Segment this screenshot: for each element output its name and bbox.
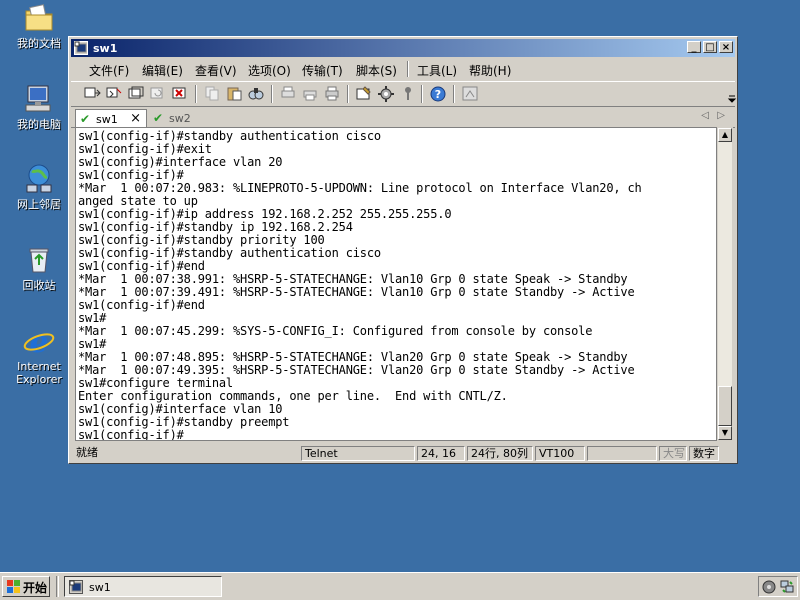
window-title: sw1: [93, 42, 118, 55]
status-protocol: Telnet: [301, 446, 415, 461]
close-button[interactable]: ×: [719, 41, 733, 53]
toolbar-overflow-icon[interactable]: [723, 86, 737, 103]
terminal-app-icon: [74, 41, 88, 55]
scroll-thumb[interactable]: [718, 386, 732, 426]
status-cursor: 24, 16: [417, 446, 465, 461]
start-button[interactable]: 开始: [2, 576, 50, 597]
taskbar-item-label: sw1: [89, 581, 111, 594]
tab-label: sw1: [96, 113, 118, 126]
menu-file[interactable]: 文件(F): [89, 62, 129, 79]
desktop-icon-label: 我的电脑: [17, 118, 61, 131]
terminal-line: sw1(config-if)#: [78, 428, 184, 441]
tab-label: sw2: [169, 112, 191, 125]
menu-help[interactable]: 帮助(H): [469, 62, 511, 79]
key-map-icon[interactable]: [399, 85, 417, 102]
scroll-up-icon[interactable]: ▲: [718, 128, 732, 142]
vertical-scrollbar[interactable]: ▲ ▼: [717, 127, 733, 441]
menu-transfer[interactable]: 传输(T): [302, 62, 343, 79]
connect-icon[interactable]: [83, 85, 101, 102]
toolbar-separator: [421, 85, 423, 103]
tray-network-icon[interactable]: [780, 579, 794, 597]
toolbar: ?: [71, 81, 737, 107]
tray-speaker-icon[interactable]: [762, 579, 776, 597]
taskbar: 开始 sw1: [0, 572, 800, 600]
maximize-icon: □: [705, 42, 715, 53]
menu-edit[interactable]: 编辑(E): [142, 62, 183, 79]
minimize-button[interactable]: _: [687, 41, 701, 53]
menu-options[interactable]: 选项(O): [248, 62, 291, 79]
minimize-icon: _: [691, 42, 697, 53]
start-label: 开始: [23, 581, 48, 595]
status-bar: 就绪 Telnet 24, 16 24行, 80列 VT100 大写 数字: [71, 445, 735, 463]
taskbar-separator: [56, 576, 59, 597]
help-icon[interactable]: ?: [429, 85, 447, 102]
session-tab-bar: ✔ sw1 × ✔ sw2 ◁ ▷: [71, 107, 735, 128]
session-options-icon[interactable]: [355, 85, 373, 102]
status-emulation: VT100: [535, 446, 585, 461]
system-tray: [758, 576, 798, 597]
connected-check-icon: ✔: [153, 111, 164, 125]
svg-text:?: ?: [435, 88, 441, 101]
quick-connect-icon[interactable]: [105, 85, 123, 102]
find-icon[interactable]: [247, 85, 265, 102]
close-icon: ×: [721, 42, 731, 53]
terminal-text: sw1(config-if)#standby authentication ci…: [78, 130, 642, 441]
recycle-bin-icon: [23, 244, 55, 276]
menu-view[interactable]: 查看(V): [195, 62, 237, 79]
menu-separator: [407, 61, 409, 77]
status-size: 24行, 80列: [467, 446, 533, 461]
desktop-icon-network-places[interactable]: 网上邻居: [8, 163, 70, 211]
tab-scroll-left-icon[interactable]: ◁: [701, 110, 709, 121]
sftp-icon[interactable]: [461, 85, 479, 102]
desktop-icon-internet-explorer[interactable]: e Internet Explorer: [8, 325, 70, 386]
terminal-line: sw1(config-if)#end: [78, 298, 205, 312]
scroll-down-icon[interactable]: ▼: [718, 426, 732, 440]
svg-text:e: e: [29, 325, 48, 357]
toolbar-separator: [347, 85, 349, 103]
desktop-icon-label: 我的文档: [17, 37, 61, 50]
status-ready: 就绪: [76, 446, 98, 459]
paste-icon[interactable]: [225, 85, 243, 102]
print-selection-icon[interactable]: [301, 85, 319, 102]
desktop-icon-label: 回收站: [22, 279, 56, 292]
desktop-icon-my-computer[interactable]: 我的电脑: [8, 83, 70, 131]
title-bar[interactable]: sw1 _ □ ×: [71, 39, 735, 57]
windows-logo-icon: [7, 580, 21, 593]
desktop-icon-label: 网上邻居: [17, 198, 61, 211]
tab-close-icon[interactable]: ×: [130, 111, 141, 126]
tab-sw2[interactable]: ✔ sw2: [149, 109, 209, 127]
menu-bar: 文件(F) 编辑(E) 查看(V) 选项(O) 传输(T) 脚本(S) 工具(L…: [71, 59, 735, 79]
disconnect-icon[interactable]: [171, 85, 189, 102]
desktop-icon-my-documents[interactable]: 我的文档: [8, 2, 70, 50]
network-places-icon: [23, 163, 55, 195]
print-setup-icon[interactable]: [279, 85, 297, 102]
my-computer-icon: [23, 83, 55, 115]
tab-scroll-right-icon[interactable]: ▷: [717, 110, 725, 121]
terminal-app-icon: [69, 580, 83, 594]
my-documents-icon: [23, 2, 55, 34]
tab-sw1[interactable]: ✔ sw1 ×: [75, 109, 147, 128]
desktop-icon-label: Internet Explorer: [16, 360, 62, 386]
status-caps: 大写: [659, 446, 687, 461]
copy-icon[interactable]: [203, 85, 221, 102]
connected-check-icon: ✔: [80, 112, 91, 126]
toolbar-separator: [195, 85, 197, 103]
status-blank: [587, 446, 657, 461]
status-num: 数字: [689, 446, 719, 461]
menu-tools[interactable]: 工具(L): [417, 62, 457, 79]
reconnect-icon[interactable]: [149, 85, 167, 102]
securecrt-window: sw1 _ □ × 文件(F) 编辑(E) 查看(V) 选项(O) 传输(T) …: [68, 36, 738, 464]
menu-script[interactable]: 脚本(S): [356, 62, 397, 79]
global-options-icon[interactable]: [377, 85, 395, 102]
toolbar-separator: [271, 85, 273, 103]
taskbar-item-sw1[interactable]: sw1: [64, 576, 222, 597]
desktop-icon-recycle-bin[interactable]: 回收站: [8, 244, 70, 292]
print-icon[interactable]: [323, 85, 341, 102]
toolbar-separator: [453, 85, 455, 103]
terminal-line: *Mar 1 00:07:45.299: %SYS-5-CONFIG_I: Co…: [78, 324, 593, 338]
maximize-button[interactable]: □: [703, 41, 717, 53]
terminal-output[interactable]: sw1(config-if)#standby authentication ci…: [75, 127, 717, 441]
connect-tab-icon[interactable]: [127, 85, 145, 102]
internet-explorer-icon: e: [23, 325, 55, 360]
